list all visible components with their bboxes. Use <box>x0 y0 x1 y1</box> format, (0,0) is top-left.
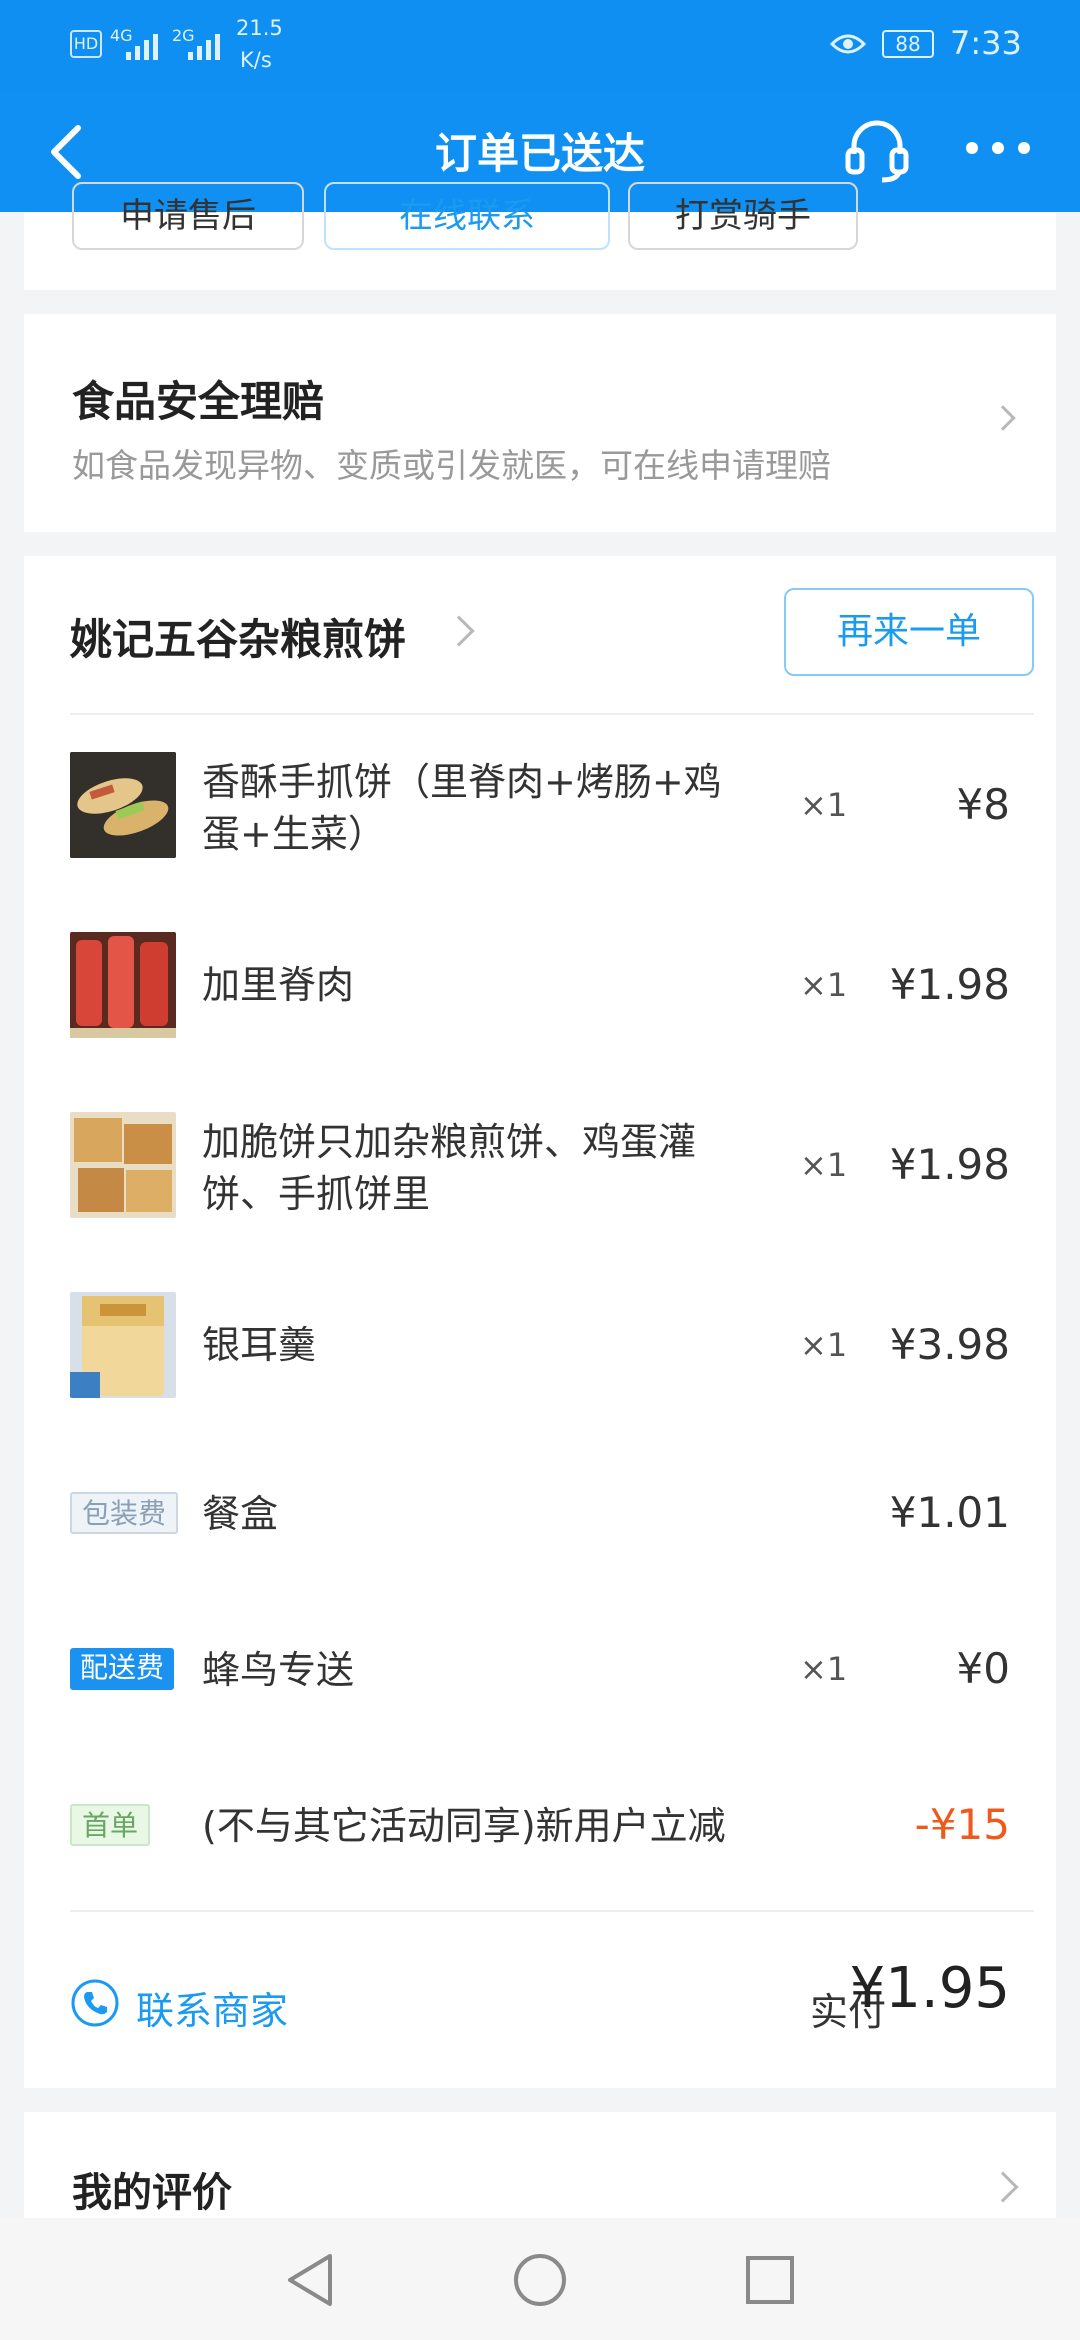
after-sale-button[interactable]: 申请售后 <box>72 182 304 250</box>
item-image <box>70 1292 176 1398</box>
review-title: 我的评价 <box>72 2170 232 2216</box>
system-nav-bar <box>0 2218 1080 2340</box>
contact-merchant-label: 联系商家 <box>136 1989 289 2033</box>
delivery-fee-tag: 配送费 <box>70 1648 175 1690</box>
paid-amount: ¥1.95 <box>849 1956 1010 2021</box>
recent-apps-square-icon[interactable] <box>744 2254 796 2306</box>
food-safety-claim-row[interactable]: 食品安全理赔 如食品发现异物、变质或引发就医，可在线申请理赔 <box>24 314 1056 532</box>
signal-icon-2 <box>188 34 220 60</box>
more-icon[interactable] <box>962 130 1034 166</box>
order-details-card: 姚记五谷杂粮煎饼 再来一单 香酥手抓饼（里脊肉+烤肠+鸡蛋+生菜） ×1 ¥8 … <box>24 556 1056 2088</box>
signal-icon <box>126 34 158 60</box>
net-speed: 21.5 <box>236 16 283 40</box>
fee-name: 蜂鸟专送 <box>202 1648 355 1692</box>
item-name: 银耳羹 <box>202 1323 317 1367</box>
item-quantity: ×1 <box>800 966 848 1004</box>
tip-rider-button[interactable]: 打赏骑手 <box>628 182 858 250</box>
first-order-tag: 首单 <box>70 1804 151 1846</box>
battery-icon: 88 <box>882 30 934 58</box>
chevron-right-icon <box>990 405 1016 431</box>
item-quantity: ×1 <box>800 786 848 824</box>
net-speed-unit: K/s <box>240 48 272 72</box>
item-name: 香酥手抓饼（里脊肉+烤肠+鸡蛋+生菜） <box>202 760 722 856</box>
eye-icon <box>830 34 866 54</box>
item-name: 加里脊肉 <box>202 963 355 1007</box>
discount-amount: -¥15 <box>914 1800 1010 1849</box>
page-title: 订单已送达 <box>434 129 645 178</box>
discount-name: (不与其它活动同享)新用户立减 <box>202 1804 726 1848</box>
item-image <box>70 752 176 858</box>
reorder-button[interactable]: 再来一单 <box>784 588 1034 676</box>
hd-icon: HD <box>70 30 102 58</box>
fee-quantity: ×1 <box>800 1650 848 1688</box>
item-price: ¥1.98 <box>889 960 1010 1009</box>
item-price: ¥3.98 <box>889 1320 1010 1369</box>
item-price: ¥8 <box>956 780 1010 829</box>
safety-title: 食品安全理赔 <box>72 377 325 426</box>
back-triangle-icon[interactable] <box>284 2252 336 2308</box>
divider <box>70 1910 1034 1912</box>
status-bar: HD 4G 2G 21.5 K/s 88 7:33 <box>0 0 1080 90</box>
clock: 7:33 <box>950 24 1022 62</box>
shop-name: 姚记五谷杂粮煎饼 <box>70 615 407 664</box>
fee-name: 餐盒 <box>202 1492 279 1536</box>
customer-service-icon[interactable] <box>842 116 912 186</box>
phone-icon <box>71 1979 119 2027</box>
fee-price: ¥0 <box>956 1644 1010 1693</box>
item-price: ¥1.98 <box>889 1140 1010 1189</box>
divider <box>70 713 1034 715</box>
packaging-fee-tag: 包装费 <box>70 1492 179 1534</box>
chevron-right-icon <box>987 2171 1019 2203</box>
chevron-right-icon <box>443 615 475 647</box>
order-actions-card: 申请售后 在线联系 打赏骑手 <box>24 182 1056 290</box>
online-contact-button[interactable]: 在线联系 <box>324 182 610 250</box>
shop-name-link[interactable]: 姚记五谷杂粮煎饼 <box>70 606 406 667</box>
fee-price: ¥1.01 <box>889 1488 1010 1537</box>
item-image <box>70 1112 176 1218</box>
item-image <box>70 932 176 1038</box>
item-quantity: ×1 <box>800 1326 848 1364</box>
item-name: 加脆饼只加杂粮煎饼、鸡蛋灌饼、手抓饼里 <box>202 1120 697 1216</box>
home-circle-icon[interactable] <box>512 2252 568 2308</box>
safety-subtitle: 如食品发现异物、变质或引发就医，可在线申请理赔 <box>72 446 831 485</box>
item-quantity: ×1 <box>800 1146 848 1184</box>
